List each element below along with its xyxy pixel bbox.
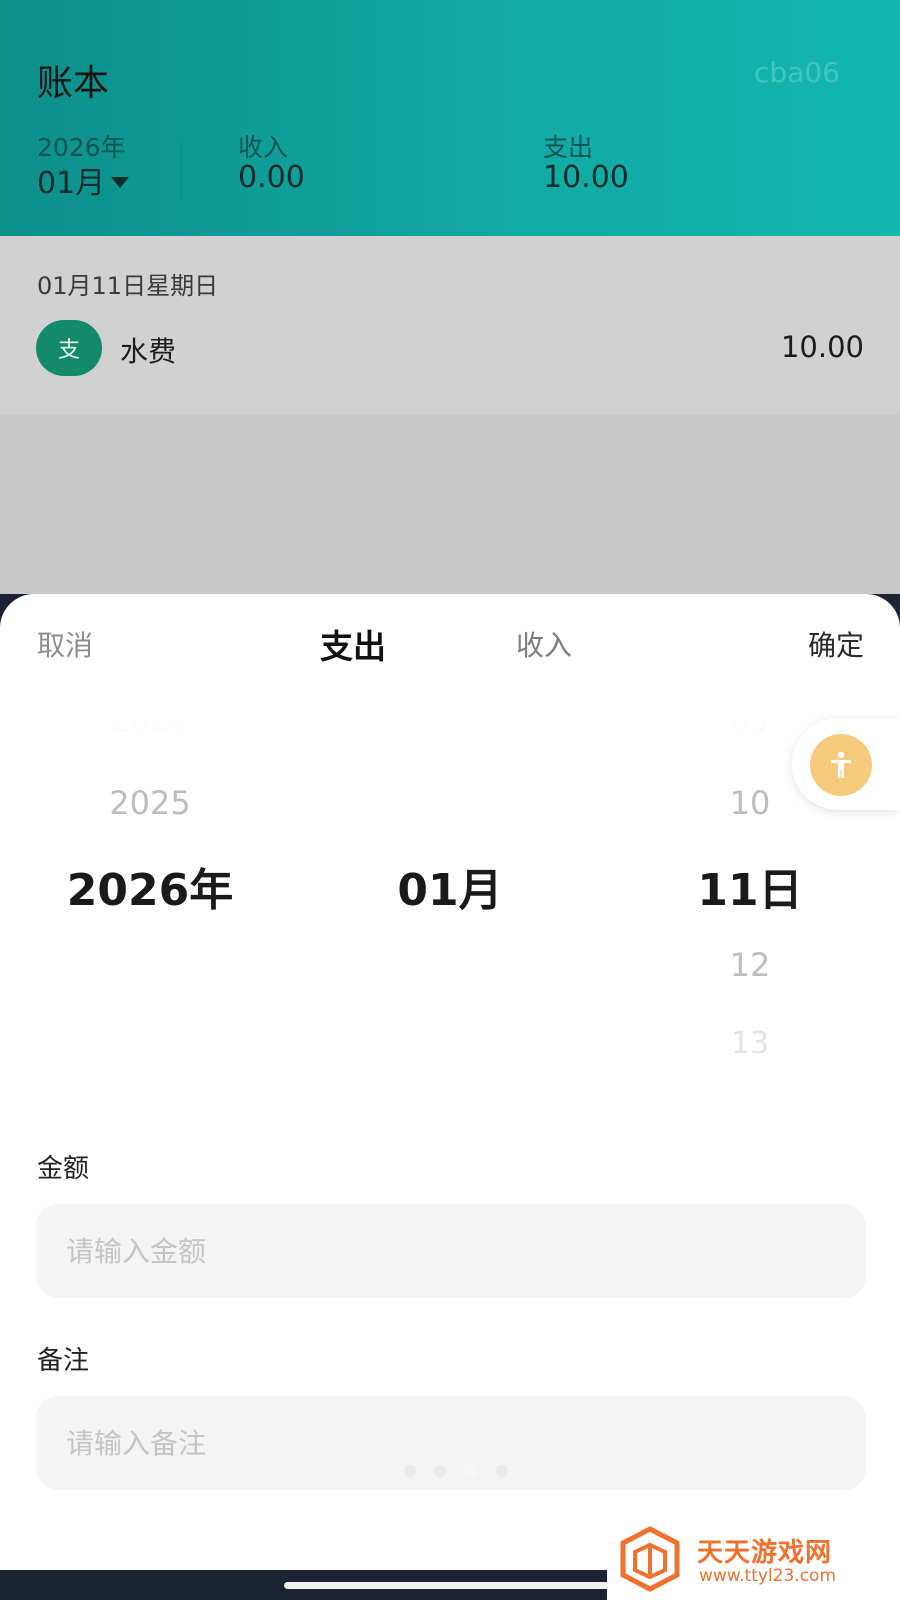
expense-total: 10.00 [543, 160, 629, 195]
page-dot [434, 1465, 446, 1477]
note-label: 备注 [37, 1346, 90, 1376]
picker-year-option[interactable]: 2025 [0, 784, 300, 822]
picker-year-selected[interactable]: 2026年 [0, 854, 300, 918]
income-label: 收入 [238, 133, 289, 162]
cancel-button[interactable]: 取消 [37, 624, 93, 664]
list-item[interactable]: 支 水费 10.00 [0, 316, 900, 386]
year-wheel[interactable]: 2024 2025 2026年 [0, 714, 300, 1114]
watermark-logo-icon [620, 1526, 680, 1592]
accessibility-icon [810, 734, 872, 796]
page-dot [496, 1465, 508, 1477]
transaction-list: 01月11日星期日 支 水费 10.00 [0, 236, 900, 594]
home-indicator[interactable] [284, 1582, 614, 1589]
expense-label: 支出 [543, 133, 594, 162]
add-record-sheet: 取消 支出 收入 确定 2024 2025 2026年 01月 09 10 11… [0, 594, 900, 1570]
picker-day-option[interactable]: 12 [600, 946, 900, 984]
page-dot-active [464, 1464, 478, 1478]
floating-accessibility-button[interactable] [792, 718, 900, 810]
caret-down-icon [111, 176, 130, 188]
site-watermark: 天天游戏网 www.ttyl23.com [607, 1518, 900, 1600]
amount-input[interactable] [36, 1204, 866, 1298]
app-screen: 账本 cba06 2026年 01月 收入 0.00 支出 10.00 01月1… [0, 0, 900, 1600]
month-selector[interactable]: 01月 [37, 160, 130, 201]
entry-amount: 10.00 [780, 330, 864, 364]
entry-category: 水费 [120, 335, 177, 368]
date-picker[interactable]: 2024 2025 2026年 01月 09 10 11日 12 13 [0, 714, 900, 1114]
picker-fade-bottom [0, 1064, 900, 1114]
ledger-header: 账本 cba06 2026年 01月 收入 0.00 支出 10.00 [0, 0, 900, 236]
day-group: 01月11日星期日 支 水费 10.00 [0, 236, 900, 414]
picker-fade-top [0, 714, 900, 774]
day-header: 01月11日星期日 [37, 272, 219, 300]
month-value: 01月 [37, 166, 106, 201]
watermark-title: 天天游戏网 [697, 1538, 833, 1568]
watermark-url: www.ttyl23.com [699, 1566, 837, 1586]
page-dot [404, 1465, 416, 1477]
month-wheel[interactable]: 01月 [300, 714, 600, 1114]
expense-badge: 支 [36, 320, 102, 376]
picker-day-selected[interactable]: 11日 [600, 854, 900, 918]
amount-label: 金额 [37, 1154, 90, 1184]
tab-income[interactable]: 收入 [516, 624, 572, 664]
tab-expense[interactable]: 支出 [320, 620, 386, 668]
income-total: 0.00 [238, 160, 305, 195]
header-divider [181, 140, 182, 202]
picker-month-selected[interactable]: 01月 [300, 854, 600, 918]
confirm-button[interactable]: 确定 [808, 624, 864, 664]
page-title: 账本 [37, 63, 110, 104]
page-indicator [404, 1464, 508, 1478]
picker-day-option[interactable]: 13 [600, 1026, 900, 1061]
user-id-label: cba06 [754, 56, 840, 89]
